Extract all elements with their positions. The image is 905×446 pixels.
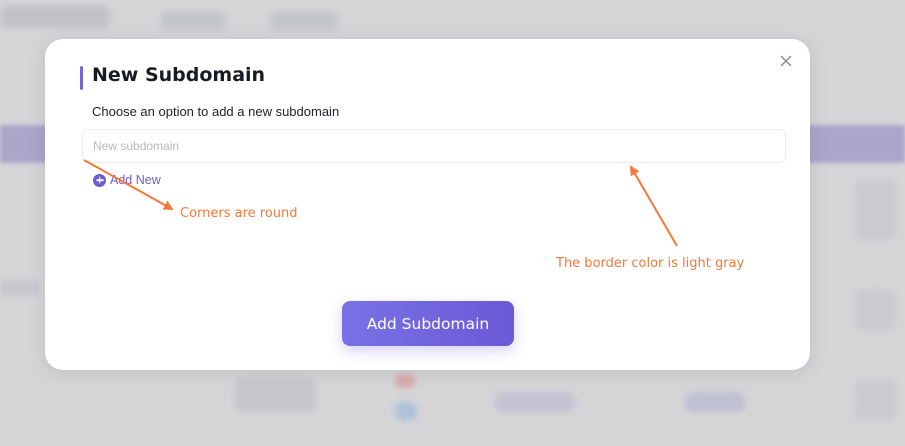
modal-subtitle: Choose an option to add a new subdomain	[92, 104, 340, 119]
subdomain-input[interactable]	[82, 129, 786, 163]
corners-annotation: Corners are round	[180, 206, 298, 221]
add-new-button[interactable]: Add New	[93, 172, 161, 188]
add-new-label: Add New	[110, 173, 161, 187]
close-button[interactable]	[778, 53, 794, 69]
title-accent-bar	[80, 66, 83, 90]
add-subdomain-button[interactable]: Add Subdomain	[342, 301, 514, 346]
plus-circle-icon	[93, 173, 106, 187]
modal-title: New Subdomain	[92, 64, 266, 86]
new-subdomain-modal: New Subdomain Choose an option to add a …	[45, 39, 810, 370]
border-annotation: The border color is light gray	[556, 256, 745, 271]
close-icon	[780, 55, 792, 67]
